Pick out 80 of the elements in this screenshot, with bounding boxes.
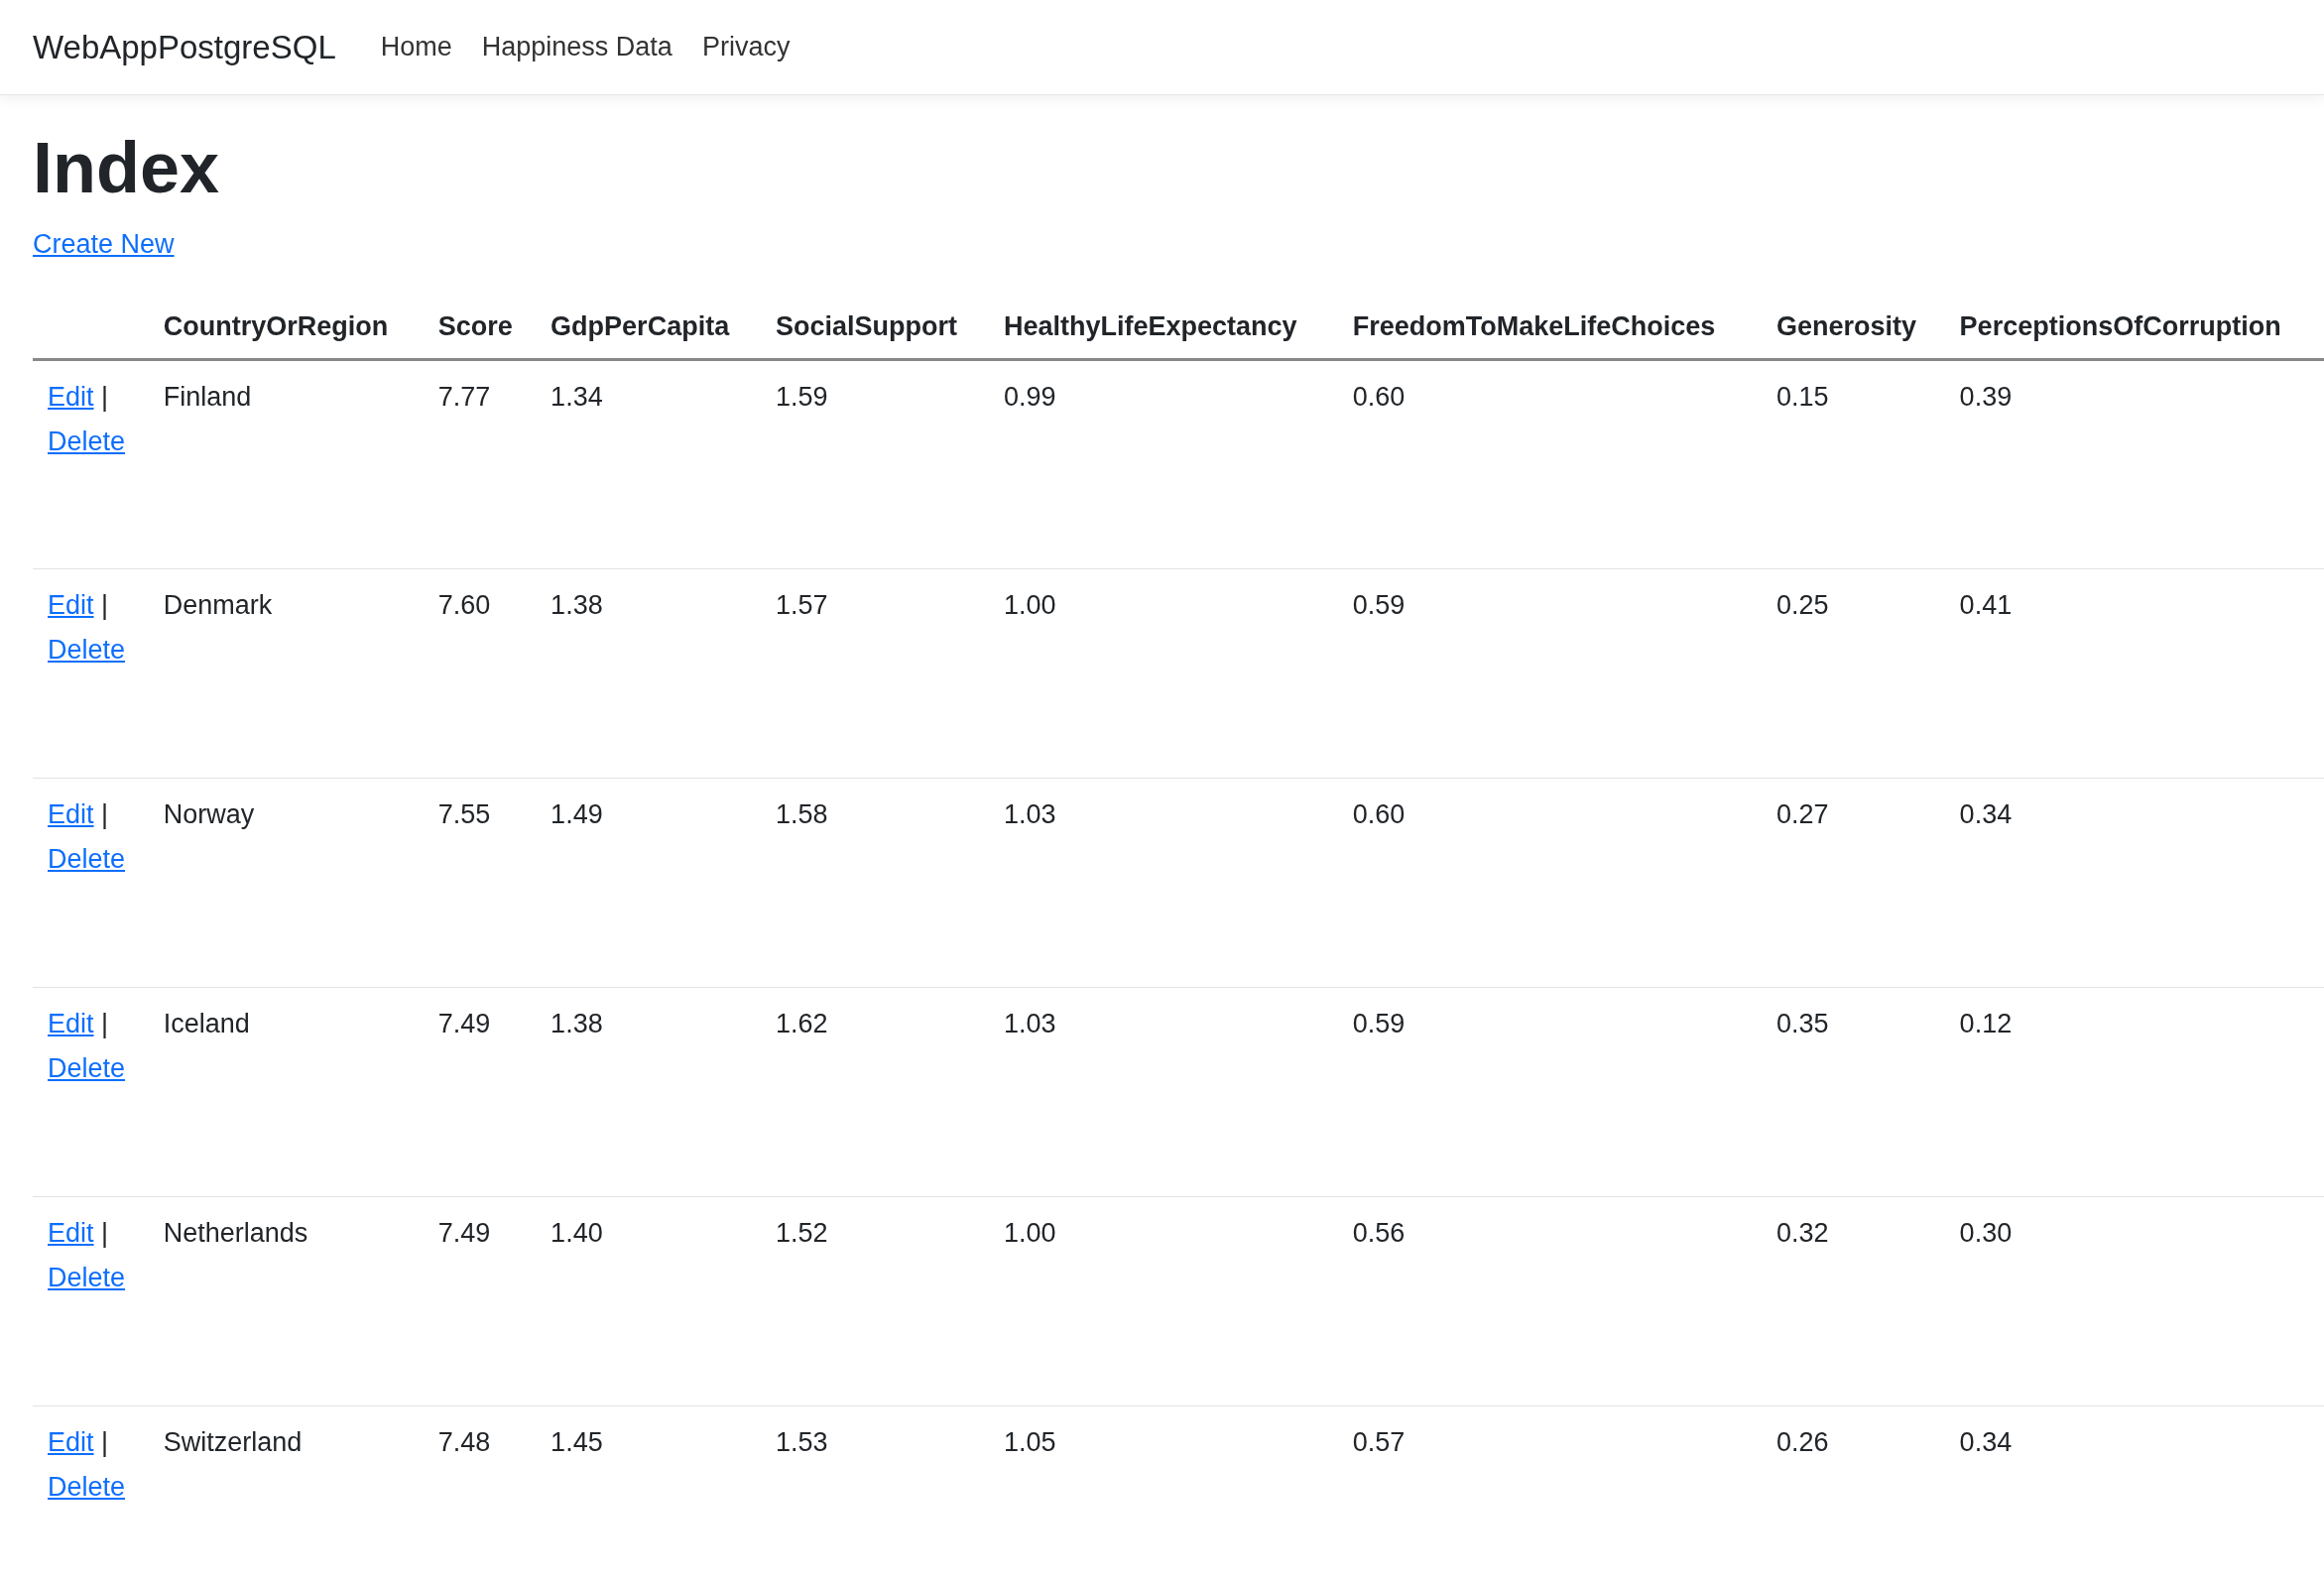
table-cell: 0.59 (1352, 590, 1406, 621)
column-header: Generosity (1761, 294, 1945, 360)
separator-text: | (101, 1009, 109, 1039)
table-cell: 7.60 (437, 590, 491, 621)
table-cell: 1.40 (550, 1218, 603, 1249)
separator-text: | (101, 1427, 109, 1458)
column-header: GdpPerCapita (536, 294, 761, 360)
column-header: PerceptionsOfCorruption (1944, 294, 2324, 360)
delete-link[interactable]: Delete (48, 426, 126, 456)
table-cell: Iceland (163, 1009, 250, 1039)
table-cell: 1.03 (1004, 1009, 1056, 1039)
table-cell: 1.45 (550, 1427, 603, 1458)
table-cell: Switzerland (163, 1427, 303, 1458)
table-cell: 1.34 (550, 382, 603, 413)
table-cell: 0.56 (1352, 1218, 1406, 1249)
table-cell: 0.41 (1959, 590, 2013, 621)
delete-link[interactable]: Delete (48, 1052, 126, 1083)
table-cell: 0.25 (1775, 590, 1829, 621)
table-cell: 0.12 (1959, 1009, 2013, 1039)
edit-link[interactable]: Edit (48, 1427, 94, 1458)
brand-link[interactable]: WebAppPostgreSQL (33, 22, 336, 72)
table-cell: 0.15 (1775, 382, 1829, 413)
delete-link[interactable]: Delete (48, 634, 126, 665)
column-header: FreedomToMakeLifeChoices (1337, 294, 1762, 360)
separator-text: | (101, 382, 109, 413)
column-header: Score (423, 294, 537, 360)
table-cell: 7.49 (437, 1218, 491, 1249)
edit-link[interactable]: Edit (48, 590, 94, 621)
table-cell: 0.27 (1775, 799, 1829, 830)
table-cell: 1.53 (775, 1427, 828, 1458)
nav-link[interactable]: Privacy (686, 27, 805, 67)
column-header: HealthyLifeExpectancy (989, 294, 1338, 360)
table-cell: 0.32 (1775, 1218, 1829, 1249)
nav-link[interactable]: Home (365, 27, 467, 67)
table-cell: 7.77 (437, 382, 491, 413)
table-cell: 1.62 (775, 1009, 828, 1039)
table-cell: 0.34 (1959, 1427, 2013, 1458)
table-cell: 0.57 (1352, 1427, 1406, 1458)
page-title: Index (33, 127, 221, 209)
table-cell: 0.34 (1959, 799, 2013, 830)
nav-link[interactable]: Happiness Data (466, 27, 687, 67)
table-cell: 1.59 (775, 382, 828, 413)
separator-text: | (101, 1218, 109, 1249)
edit-link[interactable]: Edit (48, 799, 94, 830)
table-cell: 1.00 (1004, 1218, 1056, 1249)
delete-link[interactable]: Delete (48, 843, 126, 874)
delete-link[interactable]: Delete (48, 1471, 126, 1502)
table-cell: 1.05 (1004, 1427, 1056, 1458)
table-cell: 1.38 (550, 590, 603, 621)
table-cell: 0.59 (1352, 1009, 1406, 1039)
table-cell: 0.60 (1352, 382, 1406, 413)
edit-link[interactable]: Edit (48, 1218, 94, 1249)
delete-link[interactable]: Delete (48, 1262, 126, 1292)
table-cell: 0.99 (1004, 382, 1056, 413)
table-cell: Norway (163, 799, 255, 830)
table-cell: 1.57 (775, 590, 828, 621)
table-cell: 1.00 (1004, 590, 1056, 621)
table-cell: 0.39 (1959, 382, 2013, 413)
table-cell: Denmark (163, 590, 273, 621)
separator-text: | (101, 799, 109, 830)
table-cell: 1.58 (775, 799, 828, 830)
table-cell: 7.49 (437, 1009, 491, 1039)
table-cell: 7.48 (437, 1427, 491, 1458)
column-header: CountryOrRegion (148, 294, 424, 360)
create-new-link[interactable]: Create New (33, 229, 175, 260)
table-cell: 7.55 (437, 799, 491, 830)
table-cell: 1.03 (1004, 799, 1056, 830)
table-cell: 0.26 (1775, 1427, 1829, 1458)
edit-link[interactable]: Edit (48, 1009, 94, 1039)
table-cell: 0.30 (1959, 1218, 2013, 1249)
table-cell: 1.38 (550, 1009, 603, 1039)
table-cell: Finland (163, 382, 252, 413)
separator-text: | (101, 590, 109, 621)
column-header: SocialSupport (760, 294, 989, 360)
table-cell: 0.35 (1775, 1009, 1829, 1039)
table-cell: 1.49 (550, 799, 603, 830)
table-cell: 0.60 (1352, 799, 1406, 830)
table-cell: Netherlands (163, 1218, 308, 1249)
table-cell: 1.52 (775, 1218, 828, 1249)
edit-link[interactable]: Edit (48, 382, 94, 413)
